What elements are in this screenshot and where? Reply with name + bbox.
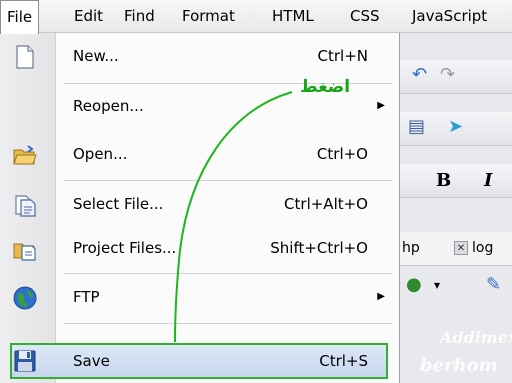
- submenu-arrow-icon: ▶: [377, 291, 385, 302]
- menu-item-new[interactable]: New... Ctrl+N: [0, 37, 398, 75]
- menu-item-project-files[interactable]: Project Files... Shift+Ctrl+O: [0, 229, 398, 267]
- menu-format[interactable]: Format: [176, 0, 241, 33]
- menu-item-label: Save: [73, 352, 110, 370]
- menu-item-shortcut: Ctrl+O: [316, 145, 368, 163]
- toolbar-row-3: B I: [400, 164, 512, 198]
- floppy-disk-icon: [14, 350, 36, 372]
- menu-item-shortcut: Shift+Ctrl+O: [270, 239, 368, 257]
- menu-item-label: Reopen...: [73, 97, 144, 115]
- globe-tool-icon[interactable]: ●: [406, 270, 422, 300]
- tab-log[interactable]: log: [472, 240, 493, 256]
- new-document-icon: [16, 45, 34, 69]
- menu-css[interactable]: CSS: [344, 0, 386, 33]
- menu-item-label: FTP: [73, 288, 100, 306]
- project-files-icon: [13, 243, 36, 261]
- redo-icon[interactable]: ↷: [440, 60, 455, 90]
- menu-bar: File Edit Find Format HTML CSS JavaScrip…: [0, 0, 512, 34]
- menu-item-label: Project Files...: [73, 239, 177, 257]
- menu-item-shortcut: Ctrl+N: [317, 47, 368, 65]
- file-tabs: hp ✕ log: [400, 232, 512, 266]
- menu-javascript[interactable]: JavaScript: [406, 0, 493, 33]
- menu-item-shortcut: Ctrl+Alt+O: [284, 195, 368, 213]
- menu-edit[interactable]: Edit: [68, 0, 109, 33]
- menu-separator: [64, 323, 392, 324]
- select-file-icon: [15, 195, 36, 217]
- toolbar-row-2: ▤ ➤: [400, 112, 512, 146]
- italic-button[interactable]: I: [484, 170, 492, 191]
- menu-item-open[interactable]: Open... Ctrl+O: [0, 135, 398, 173]
- menu-separator: [64, 273, 392, 274]
- menu-item-save[interactable]: Save Ctrl+S: [10, 343, 388, 379]
- bold-button[interactable]: B: [436, 170, 451, 191]
- submenu-arrow-icon: ▶: [377, 100, 385, 111]
- menu-item-ftp[interactable]: FTP ▶: [0, 278, 398, 316]
- menu-item-select-file[interactable]: Select File... Ctrl+Alt+O: [0, 185, 398, 223]
- menu-find[interactable]: Find: [118, 0, 161, 33]
- menu-separator: [64, 180, 392, 181]
- close-tab-icon[interactable]: ✕: [454, 241, 468, 255]
- menu-html[interactable]: HTML: [266, 0, 320, 33]
- pen-icon[interactable]: ✎: [486, 270, 501, 300]
- watermark-text-1: Addimex: [440, 328, 512, 347]
- undo-icon[interactable]: ↶: [412, 60, 427, 90]
- menu-file[interactable]: File: [0, 0, 40, 34]
- menu-item-label: Select File...: [73, 195, 164, 213]
- globe-icon: [13, 286, 37, 310]
- toolbar-row-4: ● ▾ ✎: [400, 270, 512, 304]
- snippet-icon[interactable]: ▤: [408, 112, 425, 142]
- open-folder-icon: [13, 145, 37, 165]
- annotation-label: اضغط: [300, 77, 351, 97]
- dropdown-icon[interactable]: ▾: [434, 270, 440, 300]
- watermark-text-2: berhom: [420, 355, 498, 376]
- tab-php[interactable]: hp: [402, 240, 420, 256]
- menu-item-label: New...: [73, 47, 119, 65]
- menu-item-label: Open...: [73, 145, 128, 163]
- menu-item-shortcut: Ctrl+S: [319, 352, 368, 370]
- arrow-tool-icon[interactable]: ➤: [448, 112, 463, 142]
- toolbar-row-1: ↶ ↷: [400, 60, 512, 94]
